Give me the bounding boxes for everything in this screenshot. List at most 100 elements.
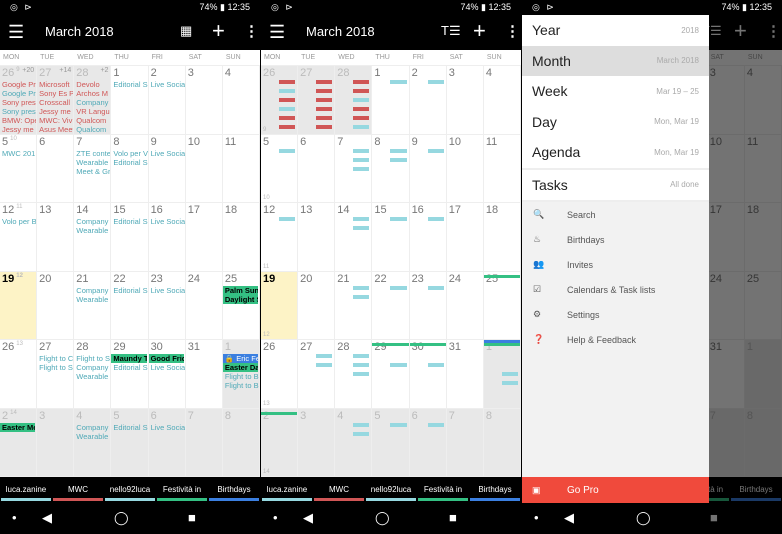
day-cell[interactable]: 2 14 (261, 408, 299, 477)
back-icon[interactable]: ◀ (42, 510, 52, 526)
event-bar[interactable] (501, 381, 518, 385)
drawer-view-month[interactable]: Month March 2018 (522, 45, 709, 76)
day-cell[interactable]: 6 (37, 134, 75, 203)
drawer-menu-birthdays[interactable]: ♨ Birthdays (522, 227, 709, 252)
event-chip[interactable]: Flight to S (37, 363, 73, 372)
event-chip[interactable]: Easter Day (222, 363, 258, 372)
event-bar[interactable] (316, 354, 333, 358)
day-cell[interactable]: 26 13 (0, 340, 38, 409)
day-cell[interactable]: 4 Company I Wearable (74, 408, 112, 477)
event-bar[interactable] (427, 363, 444, 367)
day-cell[interactable]: 6 (298, 134, 336, 203)
day-cell[interactable]: 2 (409, 66, 447, 135)
day-cell[interactable]: 1🔒 Eric FerrEaster DayFlight to BFlight … (222, 340, 260, 409)
event-bar[interactable] (353, 294, 370, 299)
drawer-view-day[interactable]: Day Mon, Mar 19 (522, 106, 709, 137)
event-bar[interactable] (483, 274, 520, 278)
event-chip[interactable]: MWC: Viv (37, 116, 73, 125)
day-cell[interactable]: 6 (409, 408, 447, 477)
day-cell[interactable]: 4 (335, 408, 373, 477)
event-chip[interactable]: Editorial S (111, 363, 147, 372)
more-events-count[interactable]: +2 (100, 67, 108, 74)
event-chip[interactable]: Live Socia (149, 80, 185, 89)
event-chip[interactable]: Maundy T (111, 354, 147, 363)
day-cell[interactable]: 8 Volo per V Editorial S (111, 134, 149, 203)
day-cell[interactable]: 7 ZTE conte Wearable Meet & Gr (74, 134, 112, 203)
day-cell[interactable]: 3 (37, 408, 75, 477)
event-chip[interactable]: Qualcom (74, 125, 110, 134)
day-cell[interactable]: 19 12 (0, 271, 38, 340)
day-cell[interactable]: 17 (446, 203, 484, 272)
day-cell[interactable]: 9 (409, 134, 447, 203)
event-bar[interactable] (390, 148, 407, 153)
event-bar[interactable] (390, 80, 407, 84)
day-cell[interactable]: 20 (298, 271, 336, 340)
day-cell[interactable]: 11 (483, 134, 521, 203)
menu-icon[interactable]: ☰ (269, 22, 289, 43)
event-bar[interactable] (316, 363, 333, 367)
event-bar[interactable] (316, 89, 333, 93)
day-cell[interactable]: 28 Flight to S Company I Wearable (74, 340, 112, 409)
day-cell[interactable]: 4 (483, 66, 521, 135)
drawer-view-agenda[interactable]: Agenda Mon, Mar 19 (522, 137, 709, 168)
event-bar[interactable] (353, 166, 370, 171)
go-pro-button[interactable]: ▣ Go Pro (522, 477, 709, 503)
day-cell[interactable]: 7 (335, 134, 373, 203)
event-bar[interactable] (279, 125, 296, 129)
day-cell[interactable]: 15 (372, 203, 410, 272)
event-bar[interactable] (353, 80, 370, 84)
event-chip[interactable]: Wearable (74, 226, 110, 235)
day-cell[interactable]: 12 11 (261, 203, 299, 272)
day-cell[interactable]: 13 (298, 203, 336, 272)
day-cell[interactable]: 13 (37, 203, 75, 272)
event-chip[interactable]: Sony pres (0, 107, 36, 116)
event-chip[interactable]: VR Langu (74, 107, 110, 116)
day-cell[interactable]: 14 (335, 203, 373, 272)
event-chip[interactable]: Easter Mo (0, 422, 36, 432)
day-cell[interactable]: 29 Maundy T Editorial S (111, 340, 149, 409)
day-cell[interactable]: 5 10 MWC 201 (0, 134, 38, 203)
event-bar[interactable] (353, 148, 370, 153)
event-bar[interactable] (279, 98, 296, 102)
event-bar[interactable] (353, 217, 370, 221)
drawer-menu-invites[interactable]: 👥 Invites (522, 252, 709, 277)
text-view-icon[interactable]: T☰ (441, 23, 461, 39)
drawer-scrim[interactable] (709, 15, 782, 534)
calendar-tab[interactable]: nello92luca (104, 477, 156, 503)
event-chip[interactable]: BMW: Ope (0, 116, 36, 125)
event-bar[interactable] (353, 431, 370, 436)
event-chip[interactable]: Archos M (74, 89, 110, 98)
day-cell[interactable]: 3 (185, 66, 223, 135)
calendar-tab[interactable]: MWC (313, 477, 365, 503)
recent-apps-icon[interactable]: ■ (188, 510, 196, 525)
calendar-tab[interactable]: Festività in (156, 477, 208, 503)
day-cell[interactable]: 7 (446, 408, 484, 477)
drawer-view-tasks[interactable]: Tasks All done (522, 169, 709, 200)
day-cell[interactable]: 23 (409, 271, 447, 340)
event-bar[interactable] (390, 422, 407, 427)
event-bar[interactable] (279, 217, 296, 221)
event-chip[interactable]: Editorial S (111, 286, 147, 295)
event-chip[interactable]: Company I (74, 286, 110, 295)
add-icon[interactable]: + (212, 18, 225, 44)
event-chip[interactable]: Qualcom (74, 116, 110, 125)
day-cell[interactable]: 31 (185, 340, 223, 409)
event-bar[interactable] (427, 217, 444, 221)
event-bar[interactable] (409, 343, 446, 346)
drawer-view-year[interactable]: Year 2018 (522, 15, 709, 46)
more-icon[interactable]: ⋮ (244, 22, 259, 40)
day-cell[interactable]: 22 Editorial S (111, 271, 149, 340)
day-cell[interactable]: 14 Company I Wearable (74, 203, 112, 272)
event-chip[interactable]: Daylight S (222, 294, 258, 304)
day-cell[interactable]: 1 (483, 340, 521, 409)
day-cell[interactable]: 23 Live Socia (148, 271, 186, 340)
event-chip[interactable]: Meet & Gr (74, 167, 110, 176)
day-cell[interactable]: 19 12 (261, 271, 299, 340)
event-bar[interactable] (316, 80, 333, 84)
drawer-menu-calendars-task-lists[interactable]: ☑ Calendars & Task lists (522, 277, 709, 302)
day-cell[interactable]: 21 Company I Wearable (74, 271, 112, 340)
day-cell[interactable]: 18 (483, 203, 521, 272)
menu-icon[interactable]: ☰ (8, 22, 28, 43)
back-icon[interactable]: ◀ (564, 510, 574, 526)
more-events-count[interactable]: +20 (22, 67, 34, 74)
